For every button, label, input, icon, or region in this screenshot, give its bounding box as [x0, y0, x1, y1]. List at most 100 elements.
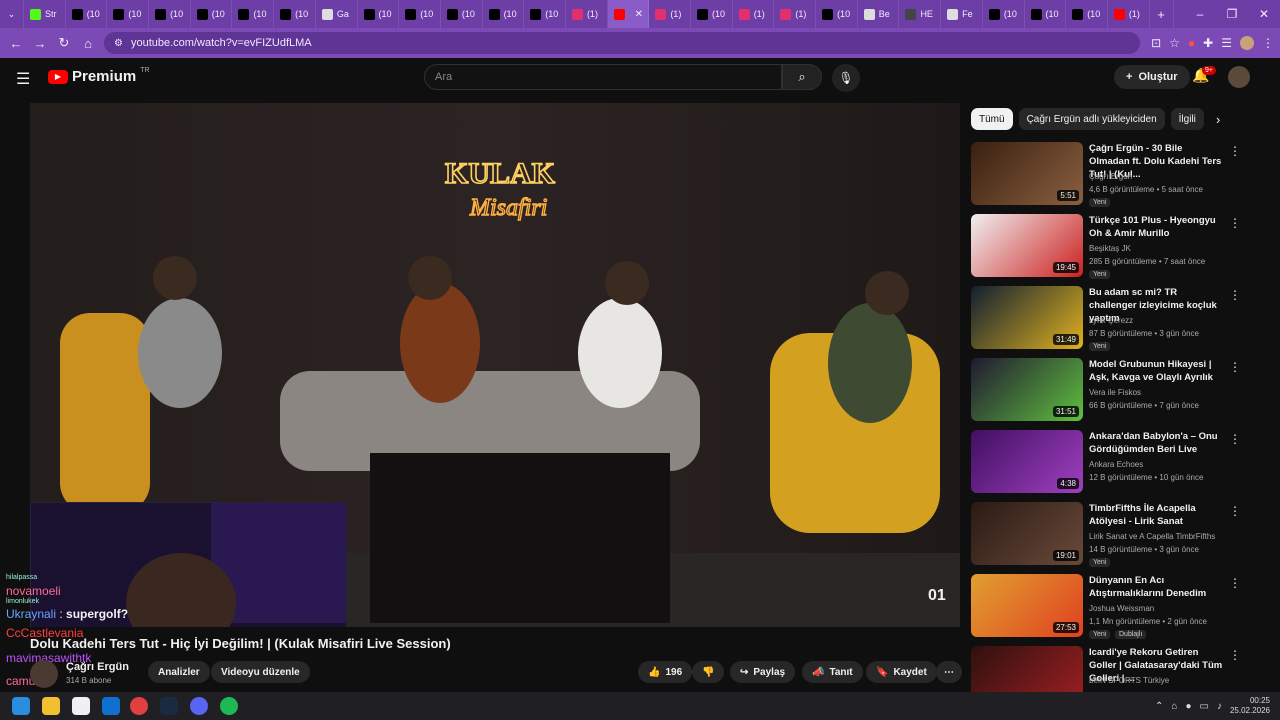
- extension-icon[interactable]: ●: [1188, 36, 1195, 50]
- new-tab-button[interactable]: +: [1150, 0, 1174, 28]
- browser-tab[interactable]: (10: [816, 0, 858, 28]
- browser-tab[interactable]: (1): [649, 0, 691, 28]
- recommended-video[interactable]: 27:53 Dünyanın En Acı Atıştırmalıklarını …: [971, 574, 1271, 640]
- clock[interactable]: 00:25 25.02.2026: [1230, 696, 1270, 716]
- bookmark-star-icon[interactable]: ☆: [1169, 36, 1180, 50]
- search-button[interactable]: ⌕: [782, 64, 822, 90]
- recommended-video[interactable]: 5:51 Çağrı Ergün - 30 Bile Olmadan ft. Do…: [971, 142, 1271, 208]
- video-thumbnail[interactable]: 4:38: [971, 430, 1083, 493]
- recommended-video[interactable]: 31:51 Model Grubunun Hikayesi | Aşk, Kavg…: [971, 358, 1271, 424]
- promote-button[interactable]: 📣 Tanıt: [802, 661, 863, 683]
- filter-chip[interactable]: Tümü: [971, 108, 1013, 130]
- browser-tab[interactable]: (10: [983, 0, 1025, 28]
- filter-chip[interactable]: Çağrı Ergün adlı yükleyiciden: [1018, 108, 1165, 130]
- recommended-video[interactable]: 19:01 TimbrFifths İle Acapella Atölyesi -…: [971, 502, 1271, 568]
- browser-tab[interactable]: (10: [274, 0, 316, 28]
- analytics-button[interactable]: Analizler: [148, 661, 210, 683]
- save-button[interactable]: 🔖 Kaydet: [866, 661, 937, 683]
- home-icon[interactable]: ⌂: [76, 36, 100, 51]
- site-info-icon[interactable]: ⚙: [114, 38, 123, 49]
- account-avatar[interactable]: [1228, 66, 1250, 88]
- browser-tab[interactable]: (10: [107, 0, 150, 28]
- video-menu-icon[interactable]: ⋮: [1229, 288, 1241, 302]
- outlook-icon[interactable]: [102, 697, 120, 715]
- microphone-icon[interactable]: ●: [1185, 701, 1191, 712]
- browser-tab[interactable]: (10: [1066, 0, 1108, 28]
- video-thumbnail[interactable]: 5:51: [971, 142, 1083, 205]
- chrome-icon[interactable]: [130, 697, 148, 715]
- steam-icon[interactable]: [160, 697, 178, 715]
- video-menu-icon[interactable]: ⋮: [1229, 216, 1241, 230]
- browser-tab[interactable]: HE: [899, 0, 942, 28]
- video-thumbnail[interactable]: 31:49: [971, 286, 1083, 349]
- channel-avatar[interactable]: [30, 660, 58, 688]
- video-menu-icon[interactable]: ⋮: [1229, 504, 1241, 518]
- browser-tab[interactable]: (10: [483, 0, 525, 28]
- browser-tab[interactable]: (1): [733, 0, 775, 28]
- file-explorer-icon[interactable]: [42, 697, 60, 715]
- more-actions-button[interactable]: ⋯: [936, 661, 962, 683]
- video-menu-icon[interactable]: ⋮: [1229, 648, 1241, 662]
- extensions-puzzle-icon[interactable]: ✚: [1203, 36, 1213, 50]
- dislike-button[interactable]: 👎: [692, 661, 725, 683]
- browser-tab[interactable]: (1): [566, 0, 608, 28]
- recommended-video[interactable]: 4:38 Ankara'dan Babylon'a – Onu Gördüğümd…: [971, 430, 1271, 496]
- browser-tab[interactable]: (10: [149, 0, 191, 28]
- browser-tab[interactable]: (10: [191, 0, 233, 28]
- video-player[interactable]: KULAK Misafiri 01: [30, 103, 960, 627]
- reload-icon[interactable]: ↻: [52, 35, 76, 51]
- browser-tab[interactable]: (10: [66, 0, 108, 28]
- video-thumbnail[interactable]: 31:51: [971, 358, 1083, 421]
- restore-icon[interactable]: ❐: [1216, 7, 1248, 21]
- close-window-icon[interactable]: ✕: [1248, 7, 1280, 21]
- like-button[interactable]: 👍 196: [638, 661, 693, 683]
- profile-avatar[interactable]: [1240, 36, 1254, 50]
- video-thumbnail[interactable]: 19:01: [971, 502, 1083, 565]
- minimize-icon[interactable]: –: [1184, 7, 1216, 21]
- browser-tab[interactable]: (10: [691, 0, 733, 28]
- monitor-icon[interactable]: ▭: [1200, 701, 1209, 712]
- reading-list-icon[interactable]: ☰: [1221, 36, 1232, 50]
- browser-tab[interactable]: Fe: [941, 0, 983, 28]
- video-menu-icon[interactable]: ⋮: [1229, 576, 1241, 590]
- back-icon[interactable]: ←: [4, 36, 28, 51]
- browser-tab[interactable]: ✕: [607, 0, 650, 28]
- browser-tab[interactable]: (10: [441, 0, 483, 28]
- browser-tab[interactable]: Ga: [316, 0, 358, 28]
- tab-close-icon[interactable]: ✕: [635, 9, 643, 20]
- chevron-right-icon[interactable]: ›: [1216, 112, 1220, 127]
- tray-expand-icon[interactable]: ⌃: [1155, 701, 1163, 712]
- forward-icon[interactable]: →: [28, 36, 52, 51]
- recommended-video[interactable]: 31:49 Bu adam sc mi? TR challenger izleyi…: [971, 286, 1271, 352]
- browser-tab[interactable]: (10: [1025, 0, 1067, 28]
- volume-icon[interactable]: ♪: [1217, 701, 1222, 712]
- network-icon[interactable]: ⌂: [1171, 701, 1177, 712]
- youtube-logo[interactable]: ▶ Premium TR: [48, 67, 150, 85]
- browser-tab[interactable]: (10: [358, 0, 400, 28]
- video-menu-icon[interactable]: ⋮: [1229, 432, 1241, 446]
- search-input[interactable]: Ara: [424, 64, 782, 90]
- browser-tab[interactable]: Str: [24, 0, 66, 28]
- url-bar[interactable]: ⚙ youtube.com/watch?v=evFIZUdfLMA: [104, 32, 1140, 54]
- spotify-icon[interactable]: [220, 697, 238, 715]
- browser-tab[interactable]: (10: [524, 0, 566, 28]
- browser-tab[interactable]: Be: [858, 0, 900, 28]
- share-button[interactable]: ↪ Paylaş: [730, 661, 796, 683]
- channel-name[interactable]: Çağrı Ergün: [66, 661, 129, 673]
- video-thumbnail[interactable]: 27:53: [971, 574, 1083, 637]
- video-menu-icon[interactable]: ⋮: [1229, 144, 1241, 158]
- discord-icon[interactable]: [190, 697, 208, 715]
- store-icon[interactable]: [72, 697, 90, 715]
- filter-chip[interactable]: İlgili: [1170, 108, 1204, 130]
- install-icon[interactable]: ⊡: [1151, 36, 1161, 50]
- create-button[interactable]: + Oluştur: [1114, 65, 1190, 89]
- video-menu-icon[interactable]: ⋮: [1229, 360, 1241, 374]
- menu-icon[interactable]: ☰: [16, 69, 30, 89]
- tab-list-button[interactable]: ⌄: [0, 0, 24, 28]
- browser-tab[interactable]: (10: [399, 0, 441, 28]
- edit-video-button[interactable]: Videoyu düzenle: [211, 661, 310, 683]
- browser-menu-icon[interactable]: ⋮: [1262, 36, 1274, 50]
- browser-tab[interactable]: (1): [774, 0, 817, 28]
- start-icon[interactable]: [12, 697, 30, 715]
- browser-tab[interactable]: (1): [1108, 0, 1150, 28]
